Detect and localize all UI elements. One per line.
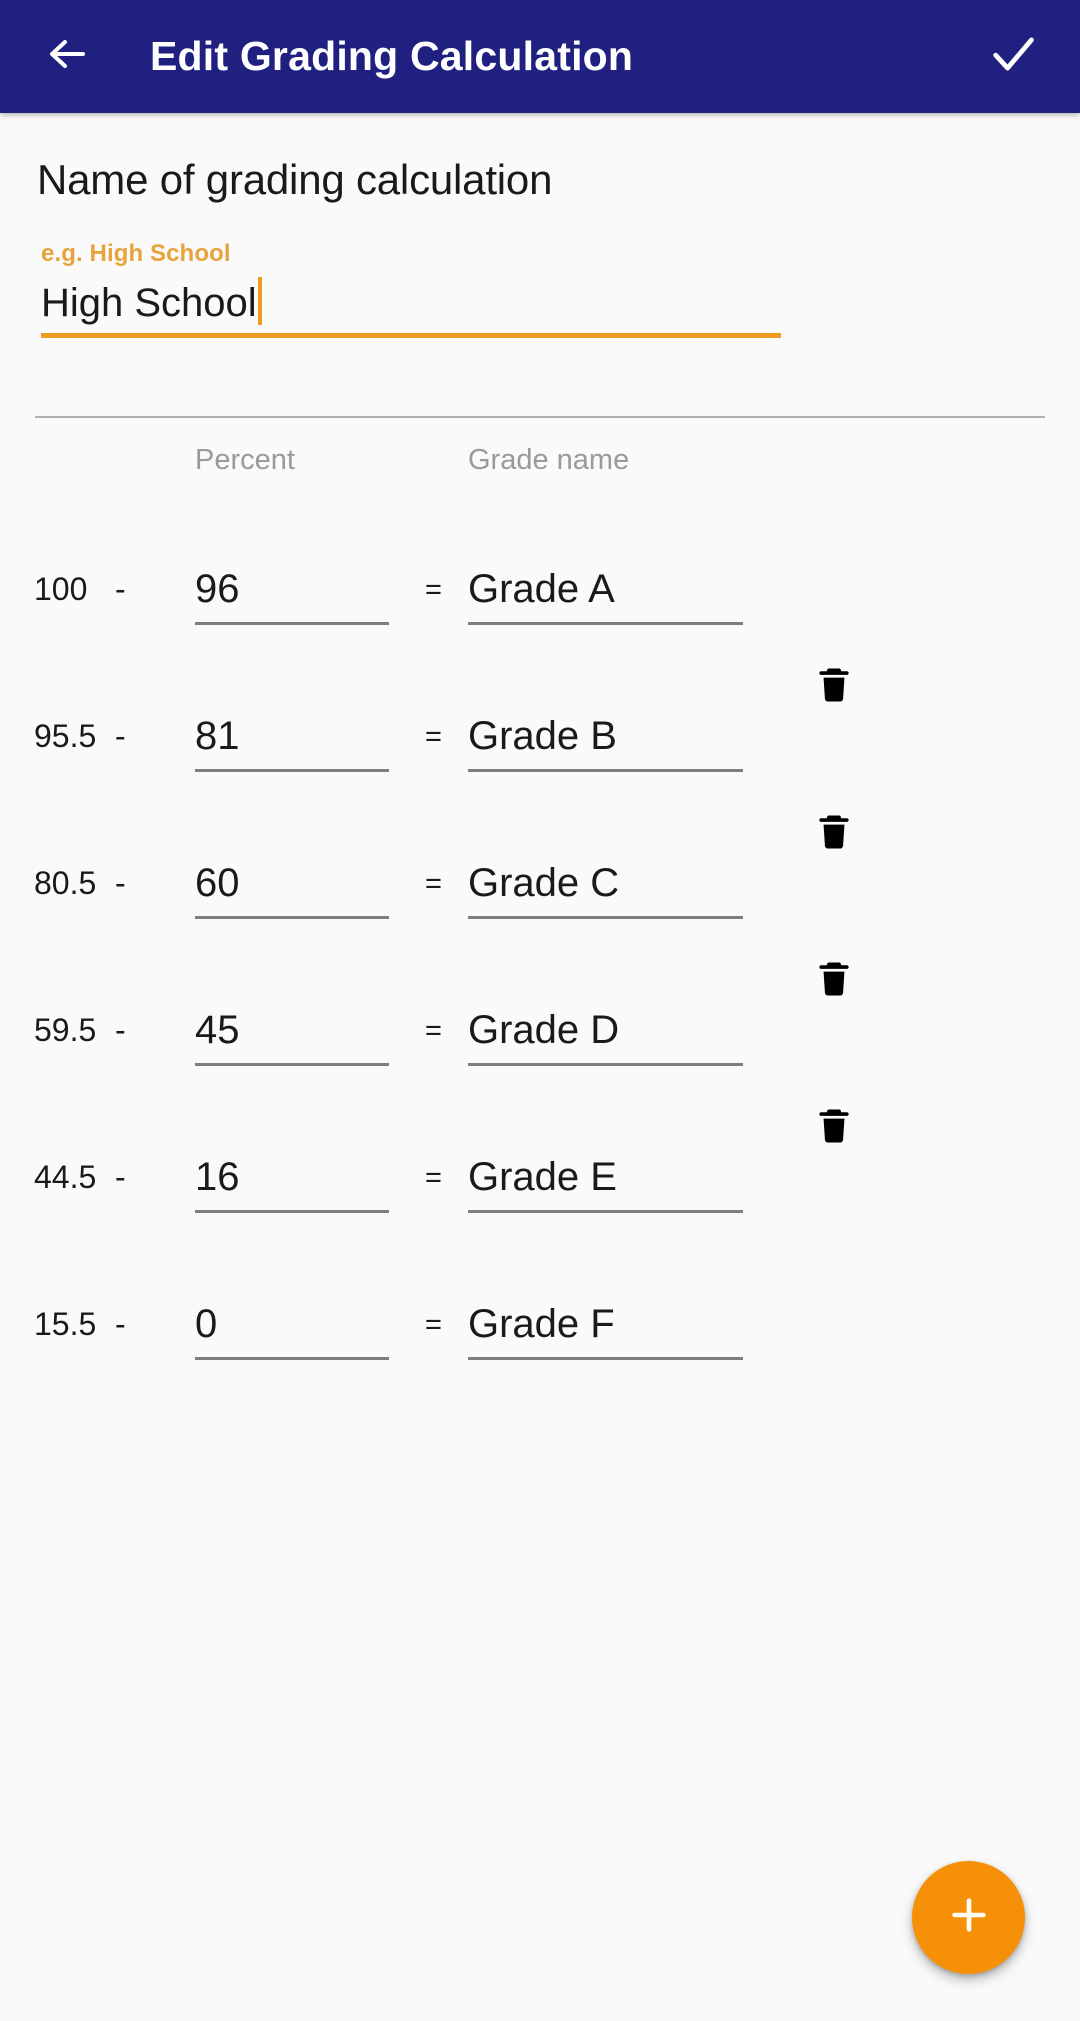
section-title: Name of grading calculation <box>37 156 553 203</box>
delete-row-button[interactable] <box>806 660 862 716</box>
row-upper-bound: 59.5 - <box>0 1012 195 1066</box>
equals-sign: = <box>425 574 442 606</box>
trash-icon <box>812 663 856 712</box>
row-upper-bound: 80.5 - <box>0 865 195 919</box>
delete-cell <box>743 1213 1080 1360</box>
percent-field-wrap: 45 <box>195 1008 425 1066</box>
page-title: Edit Grading Calculation <box>150 33 634 79</box>
table-row: 15.5 - 0 = Grade F <box>0 1213 1080 1360</box>
table-row: 59.5 - 45 = Grade D <box>0 919 1080 1066</box>
back-button[interactable] <box>34 24 100 90</box>
arrow-left-icon <box>43 30 91 83</box>
main-content: Name of grading calculation e.g. High Sc… <box>0 113 1080 1360</box>
table-row: 100 - 96 = Grade A <box>0 478 1080 625</box>
percent-input[interactable]: 81 <box>195 714 389 772</box>
grade-name-input[interactable]: Grade F <box>468 1302 743 1360</box>
percent-input[interactable]: 0 <box>195 1302 389 1360</box>
name-input-value: High School <box>41 280 257 325</box>
percent-field-wrap: 0 <box>195 1302 425 1360</box>
range-dash: - <box>115 571 126 607</box>
grade-name-field-wrap: Grade E <box>468 1155 743 1213</box>
upper-bound-value: 44.5 <box>34 1159 97 1195</box>
delete-placeholder <box>806 1248 862 1304</box>
upper-bound-value: 59.5 <box>34 1012 97 1048</box>
trash-icon <box>812 810 856 859</box>
delete-row-button[interactable] <box>806 1101 862 1157</box>
percent-input[interactable]: 96 <box>195 567 389 625</box>
check-icon <box>987 28 1039 85</box>
delete-row-button[interactable] <box>806 807 862 863</box>
upper-bound-value: 100 <box>34 571 88 607</box>
equals-sign: = <box>425 1162 442 1194</box>
table-row: 95.5 - 81 = Grade B <box>0 625 1080 772</box>
upper-bound-value: 80.5 <box>34 865 97 901</box>
percent-input[interactable]: 60 <box>195 861 389 919</box>
app-bar: Edit Grading Calculation <box>0 0 1080 113</box>
column-header-grade-name: Grade name <box>468 444 630 476</box>
table-column-headers: Percent Grade name <box>0 444 1080 478</box>
equals-sign: = <box>425 1309 442 1341</box>
equals-sign: = <box>425 721 442 753</box>
name-input[interactable]: High School <box>41 277 781 338</box>
trash-icon <box>812 957 856 1006</box>
equals-sign: = <box>425 868 442 900</box>
range-dash: - <box>115 865 126 901</box>
percent-field-wrap: 60 <box>195 861 425 919</box>
delete-cell <box>743 625 1080 772</box>
delete-placeholder <box>806 513 862 569</box>
column-header-percent: Percent <box>195 444 295 476</box>
delete-cell <box>743 919 1080 1066</box>
equals-sign: = <box>425 1015 442 1047</box>
upper-bound-value: 95.5 <box>34 718 97 754</box>
upper-bound-value: 15.5 <box>34 1306 97 1342</box>
grade-name-input[interactable]: Grade A <box>468 567 743 625</box>
row-upper-bound: 95.5 - <box>0 718 195 772</box>
range-dash: - <box>115 1159 126 1195</box>
row-upper-bound: 100 - <box>0 571 195 625</box>
delete-cell <box>743 772 1080 919</box>
row-upper-bound: 15.5 - <box>0 1306 195 1360</box>
save-button[interactable] <box>980 24 1046 90</box>
grade-name-field-wrap: Grade A <box>468 567 743 625</box>
grade-name-input[interactable]: Grade D <box>468 1008 743 1066</box>
grade-name-input[interactable]: Grade E <box>468 1155 743 1213</box>
delete-cell <box>743 1066 1080 1213</box>
section-divider <box>35 416 1045 418</box>
delete-cell <box>743 478 1080 625</box>
delete-row-button[interactable] <box>806 954 862 1010</box>
table-row: 44.5 - 16 = Grade E <box>0 1066 1080 1213</box>
grade-name-input[interactable]: Grade C <box>468 861 743 919</box>
grade-name-field-wrap: Grade D <box>468 1008 743 1066</box>
range-dash: - <box>115 1012 126 1048</box>
name-field-label: e.g. High School <box>41 240 231 267</box>
grade-name-field-wrap: Grade C <box>468 861 743 919</box>
percent-field-wrap: 81 <box>195 714 425 772</box>
percent-input[interactable]: 45 <box>195 1008 389 1066</box>
add-grade-fab[interactable] <box>912 1861 1025 1974</box>
text-cursor <box>257 277 262 325</box>
grade-name-field-wrap: Grade B <box>468 714 743 772</box>
grading-table: Percent Grade name 100 - 96 = Grade A 95… <box>0 444 1080 1360</box>
percent-field-wrap: 96 <box>195 567 425 625</box>
row-upper-bound: 44.5 - <box>0 1159 195 1213</box>
plus-icon <box>946 1892 992 1943</box>
range-dash: - <box>115 1306 126 1342</box>
table-row: 80.5 - 60 = Grade C <box>0 772 1080 919</box>
grade-name-field-wrap: Grade F <box>468 1302 743 1360</box>
percent-field-wrap: 16 <box>195 1155 425 1213</box>
range-dash: - <box>115 718 126 754</box>
grade-name-input[interactable]: Grade B <box>468 714 743 772</box>
percent-input[interactable]: 16 <box>195 1155 389 1213</box>
trash-icon <box>812 1104 856 1153</box>
name-field-group: e.g. High School High School <box>0 204 1080 338</box>
